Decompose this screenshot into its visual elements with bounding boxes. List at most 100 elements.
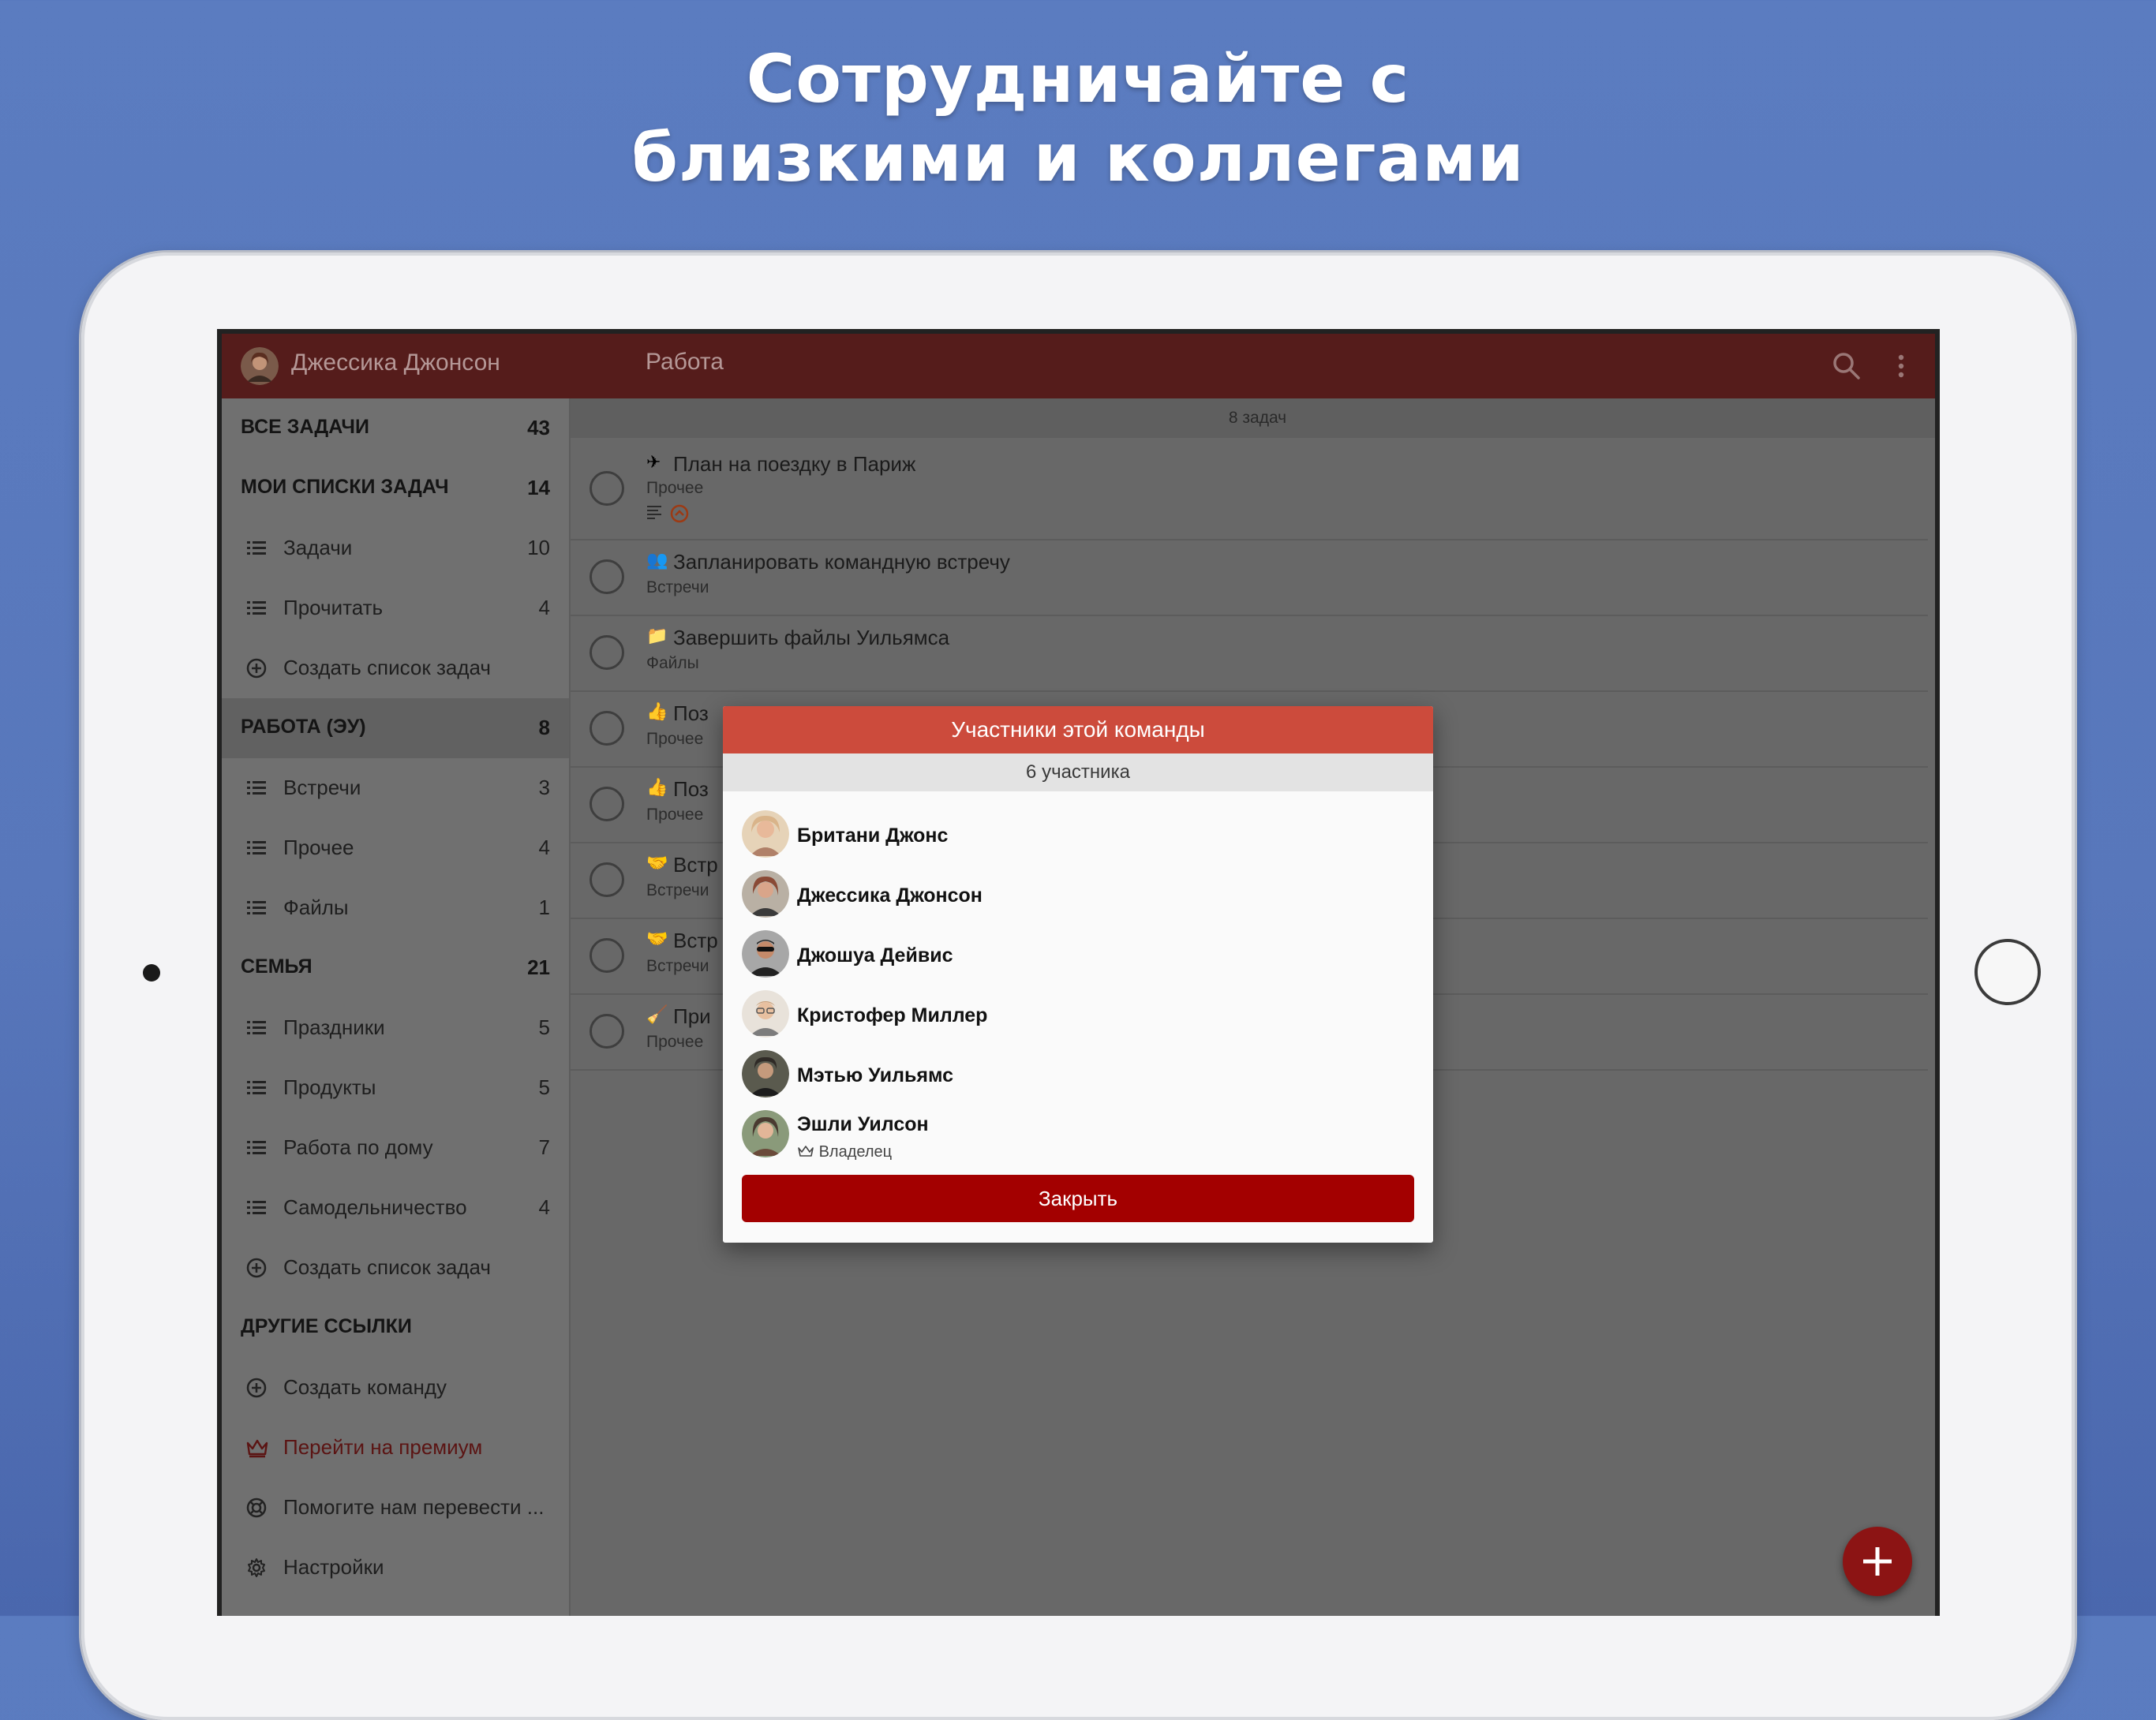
task-title: Встр: [673, 853, 718, 877]
sidebar-item-label: СЕМЬЯ: [241, 955, 313, 978]
sidebar-item-label: Настройки: [283, 1555, 384, 1579]
sidebar-item-other[interactable]: Прочее 4: [222, 818, 569, 878]
sidebar-item-meetings[interactable]: Встречи 3: [222, 758, 569, 818]
sidebar-item-count: 10: [527, 536, 550, 559]
member-row[interactable]: Джошуа Дейвис: [742, 930, 1413, 981]
search-icon[interactable]: [1832, 351, 1862, 381]
sidebar-my-lists[interactable]: МОИ СПИСКИ ЗАДАЧ 14: [222, 458, 569, 518]
add-task-button[interactable]: [1843, 1527, 1912, 1596]
sidebar-item-label: Прочее: [283, 836, 354, 859]
sidebar-item-count: 43: [527, 416, 550, 439]
task-list-name: Файлы: [646, 654, 699, 672]
close-button[interactable]: Закрыть: [742, 1175, 1414, 1222]
sidebar-item-label: Помогите нам перевести ...: [283, 1495, 545, 1519]
crown-icon: [798, 1146, 814, 1157]
sidebar-settings[interactable]: Настройки: [222, 1538, 569, 1598]
sidebar-item-count: 3: [538, 776, 550, 799]
headline-line-2: близкими и коллегами: [631, 119, 1525, 196]
team-members-dialog: Участники этой команды 6 участника Брита…: [723, 706, 1433, 1243]
sidebar-help-translate[interactable]: Помогите нам перевести ...: [222, 1478, 569, 1538]
user-name[interactable]: Джессика Джонсон: [291, 350, 500, 376]
task-checkbox[interactable]: [590, 862, 624, 897]
tablet-home-button[interactable]: [1974, 939, 2041, 1005]
member-row[interactable]: Мэтью Уильямс: [742, 1050, 1413, 1101]
sidebar-item-tasks[interactable]: Задачи 10: [222, 518, 569, 578]
dialog-title: Участники этой команды: [723, 706, 1433, 753]
sidebar-item-count: 5: [538, 1075, 550, 1099]
sidebar-create-list-family[interactable]: Создать список задач: [222, 1238, 569, 1298]
add-circle-icon: [245, 1377, 268, 1399]
tablet-camera: [143, 964, 160, 982]
member-row[interactable]: Кристофер Миллер: [742, 990, 1413, 1041]
sidebar-item-label: Работа по дому: [283, 1135, 433, 1159]
sidebar-all-tasks[interactable]: ВСЕ ЗАДАЧИ 43: [222, 398, 569, 458]
sidebar-item-files[interactable]: Файлы 1: [222, 878, 569, 938]
task-list-name: Встречи: [646, 957, 709, 975]
task-row[interactable]: ✈ План на поездку в Париж Прочее: [571, 438, 1928, 540]
member-name: Мэтью Уильямс: [797, 1064, 954, 1086]
sidebar-item-count: 21: [527, 955, 550, 979]
task-checkbox[interactable]: [590, 1014, 624, 1049]
sidebar-item-label: Перейти на премиум: [283, 1435, 483, 1459]
task-checkbox[interactable]: [590, 711, 624, 746]
list-icon: [245, 1077, 268, 1099]
member-row-owner[interactable]: Эшли Уилсон Владелец: [742, 1110, 1413, 1161]
lifebuoy-icon: [245, 1497, 268, 1519]
sidebar-team-work[interactable]: РАБОТА (ЭУ) 8: [222, 698, 569, 758]
list-icon: [245, 537, 268, 559]
promo-headline: Сотрудничайте с близкими и коллегами: [0, 39, 2156, 197]
task-checkbox[interactable]: [590, 635, 624, 670]
list-icon: [245, 1197, 268, 1219]
sidebar-item-count: 5: [538, 1015, 550, 1039]
sidebar-item-count: 1: [538, 896, 550, 919]
member-row[interactable]: Джессика Джонсон: [742, 870, 1413, 921]
sidebar-item-label: МОИ СПИСКИ ЗАДАЧ: [241, 476, 449, 498]
task-checkbox[interactable]: [590, 559, 624, 594]
sidebar-create-team[interactable]: Создать команду: [222, 1358, 569, 1418]
list-icon: [245, 1137, 268, 1159]
task-list-name: Прочее: [646, 479, 704, 497]
handshake-icon: 🤝: [646, 929, 668, 948]
task-checkbox[interactable]: [590, 938, 624, 973]
thumbs-up-icon: 👍: [646, 777, 668, 797]
sidebar-go-premium[interactable]: Перейти на премиум: [222, 1418, 569, 1478]
handshake-icon: 🤝: [646, 853, 668, 873]
member-role: Владелец: [797, 1143, 892, 1161]
sidebar-item-diy[interactable]: Самодельничество 4: [222, 1178, 569, 1238]
sidebar-item-count: 7: [538, 1135, 550, 1159]
broom-icon: 🧹: [646, 1004, 668, 1024]
member-avatar: [742, 1050, 789, 1097]
user-avatar[interactable]: [241, 347, 279, 385]
crown-icon: [245, 1437, 268, 1459]
sidebar-item-read[interactable]: Прочитать 4: [222, 578, 569, 638]
task-row[interactable]: 👥 Запланировать командную встречу Встреч…: [571, 540, 1928, 616]
member-row[interactable]: Британи Джонс: [742, 810, 1413, 861]
member-name: Кристофер Миллер: [797, 1004, 988, 1026]
add-circle-icon: [245, 657, 268, 679]
headline-line-1: Сотрудничайте с: [746, 40, 1410, 118]
sidebar-item-label: Праздники: [283, 1015, 385, 1039]
sidebar-item-groceries[interactable]: Продукты 5: [222, 1058, 569, 1118]
sidebar-item-label: Продукты: [283, 1075, 376, 1099]
member-avatar: [742, 930, 789, 978]
task-checkbox[interactable]: [590, 787, 624, 821]
member-avatar: [742, 870, 789, 918]
sidebar-item-count: 4: [538, 836, 550, 859]
sidebar-item-housework[interactable]: Работа по дому 7: [222, 1118, 569, 1178]
sidebar-item-holidays[interactable]: Праздники 5: [222, 998, 569, 1058]
task-row[interactable]: 📁 Завершить файлы Уильямса Файлы: [571, 616, 1928, 692]
more-vert-icon[interactable]: [1893, 351, 1909, 381]
sidebar-create-list[interactable]: Создать список задач: [222, 638, 569, 698]
navigation-drawer: ВСЕ ЗАДАЧИ 43 МОИ СПИСКИ ЗАДАЧ 14 Задачи…: [222, 398, 571, 1616]
gear-icon: [245, 1557, 268, 1579]
sidebar-team-family[interactable]: СЕМЬЯ 21: [222, 938, 569, 998]
member-name: Джессика Джонсон: [797, 884, 983, 907]
top-app-bar: Джессика Джонсон Работа: [222, 334, 1935, 398]
sidebar-section-label: ДРУГИЕ ССЫЛКИ: [241, 1315, 412, 1337]
task-title: Поз: [673, 701, 709, 725]
thumbs-up-icon: 👍: [646, 701, 668, 721]
sidebar-item-label: Создать команду: [283, 1375, 447, 1399]
member-avatar: [742, 810, 789, 858]
task-checkbox[interactable]: [590, 471, 624, 506]
task-list-name: Встречи: [646, 881, 709, 899]
